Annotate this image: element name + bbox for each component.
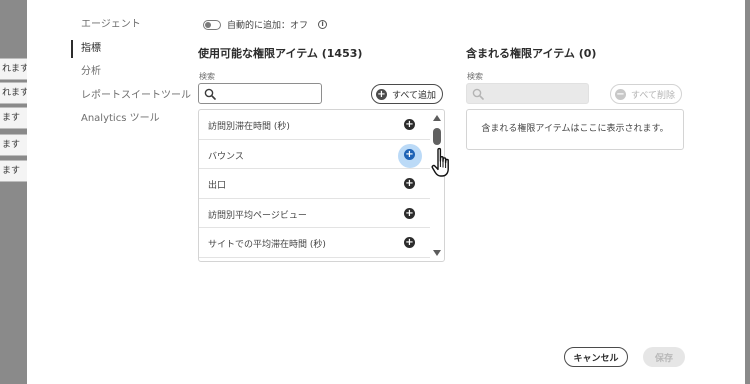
available-search-label: 検索 (199, 72, 215, 81)
nav-item-metrics[interactable]: 指標 (71, 38, 211, 62)
available-search-input[interactable] (198, 83, 322, 104)
nav-item-agents[interactable]: エージェント (71, 14, 211, 38)
permissions-dialog: エージェント 指標 分析 レポートスイートツール Analytics ツール 自… (27, 0, 745, 384)
list-item-label: サイトでの平均滞在時間 (秒) (208, 240, 326, 250)
plus-circle-icon: + (376, 88, 387, 100)
list-item: 出口 + (199, 169, 430, 199)
add-item-icon[interactable]: + (404, 119, 415, 130)
list-item: サイトでの平均滞在時間 (秒) + (199, 228, 430, 258)
list-item-label: 訪問別滞在時間 (秒) (208, 122, 290, 132)
add-all-button[interactable]: + すべて追加 (371, 84, 444, 104)
add-item-icon[interactable]: + (404, 148, 415, 160)
add-item-icon[interactable]: + (404, 178, 415, 189)
included-search-label: 検索 (467, 72, 483, 81)
category-nav: エージェント 指標 分析 レポートスイートツール Analytics ツール (71, 14, 211, 132)
hand-cursor-icon (431, 147, 449, 177)
list-item-label: 出口 (208, 181, 227, 191)
minus-circle-icon: − (615, 88, 626, 100)
remove-all-label: すべて削除 (631, 90, 676, 101)
add-item-icon[interactable]: + (404, 237, 415, 248)
auto-add-label: 自動的に追加：オフ (227, 21, 309, 31)
search-icon (204, 88, 216, 100)
available-items-title: 使用可能な権限アイテム (1453) (198, 47, 363, 60)
auto-add-toggle[interactable] (203, 19, 221, 30)
remove-all-button[interactable]: − すべて削除 (610, 84, 683, 104)
scroll-thumb[interactable] (433, 128, 441, 145)
included-search-input[interactable] (466, 83, 589, 104)
list-item: 訪問別平均ページビュー + (199, 199, 430, 228)
backdrop-tab-4: ます (0, 134, 28, 156)
available-items-list: 訪問別滞在時間 (秒) + バウンス + 出口 + 訪問別平均ページビュー + … (198, 109, 445, 262)
list-item-label: バウンス (208, 151, 244, 162)
search-icon (472, 88, 484, 100)
backdrop-tab-2: れます (0, 82, 28, 104)
nav-item-analytics-tools[interactable]: Analytics ツール (71, 108, 211, 132)
auto-add-row: 自動的に追加：オフ i (203, 18, 328, 31)
included-empty-state: 含まれる権限アイテムはここに表示されます。 (466, 109, 684, 150)
nav-item-analysis[interactable]: 分析 (71, 61, 211, 85)
included-items-title: 含まれる権限アイテム (0) (466, 47, 597, 60)
add-all-label: すべて追加 (392, 90, 437, 101)
save-button[interactable]: 保存 (643, 347, 685, 367)
scroll-up-arrow-icon[interactable] (433, 115, 441, 121)
info-icon[interactable]: i (318, 20, 328, 29)
nav-item-report-suite-tools[interactable]: レポートスイートツール (71, 85, 211, 109)
backdrop-tab-3: ます (0, 107, 28, 129)
list-item-label: 訪問別平均ページビュー (208, 210, 307, 221)
backdrop-page: れます れます ます ます ます (0, 0, 30, 384)
list-item: 訪問別滞在時間 (秒) + (199, 110, 430, 140)
cancel-button[interactable]: キャンセル (564, 347, 628, 367)
add-item-icon[interactable]: + (404, 207, 415, 219)
list-item: バウンス + (199, 140, 430, 169)
backdrop-tab-1: れます (0, 58, 28, 80)
scroll-down-arrow-icon[interactable] (433, 250, 441, 256)
list-scrollbar[interactable] (430, 110, 444, 261)
backdrop-tab-5: ます (0, 160, 28, 182)
